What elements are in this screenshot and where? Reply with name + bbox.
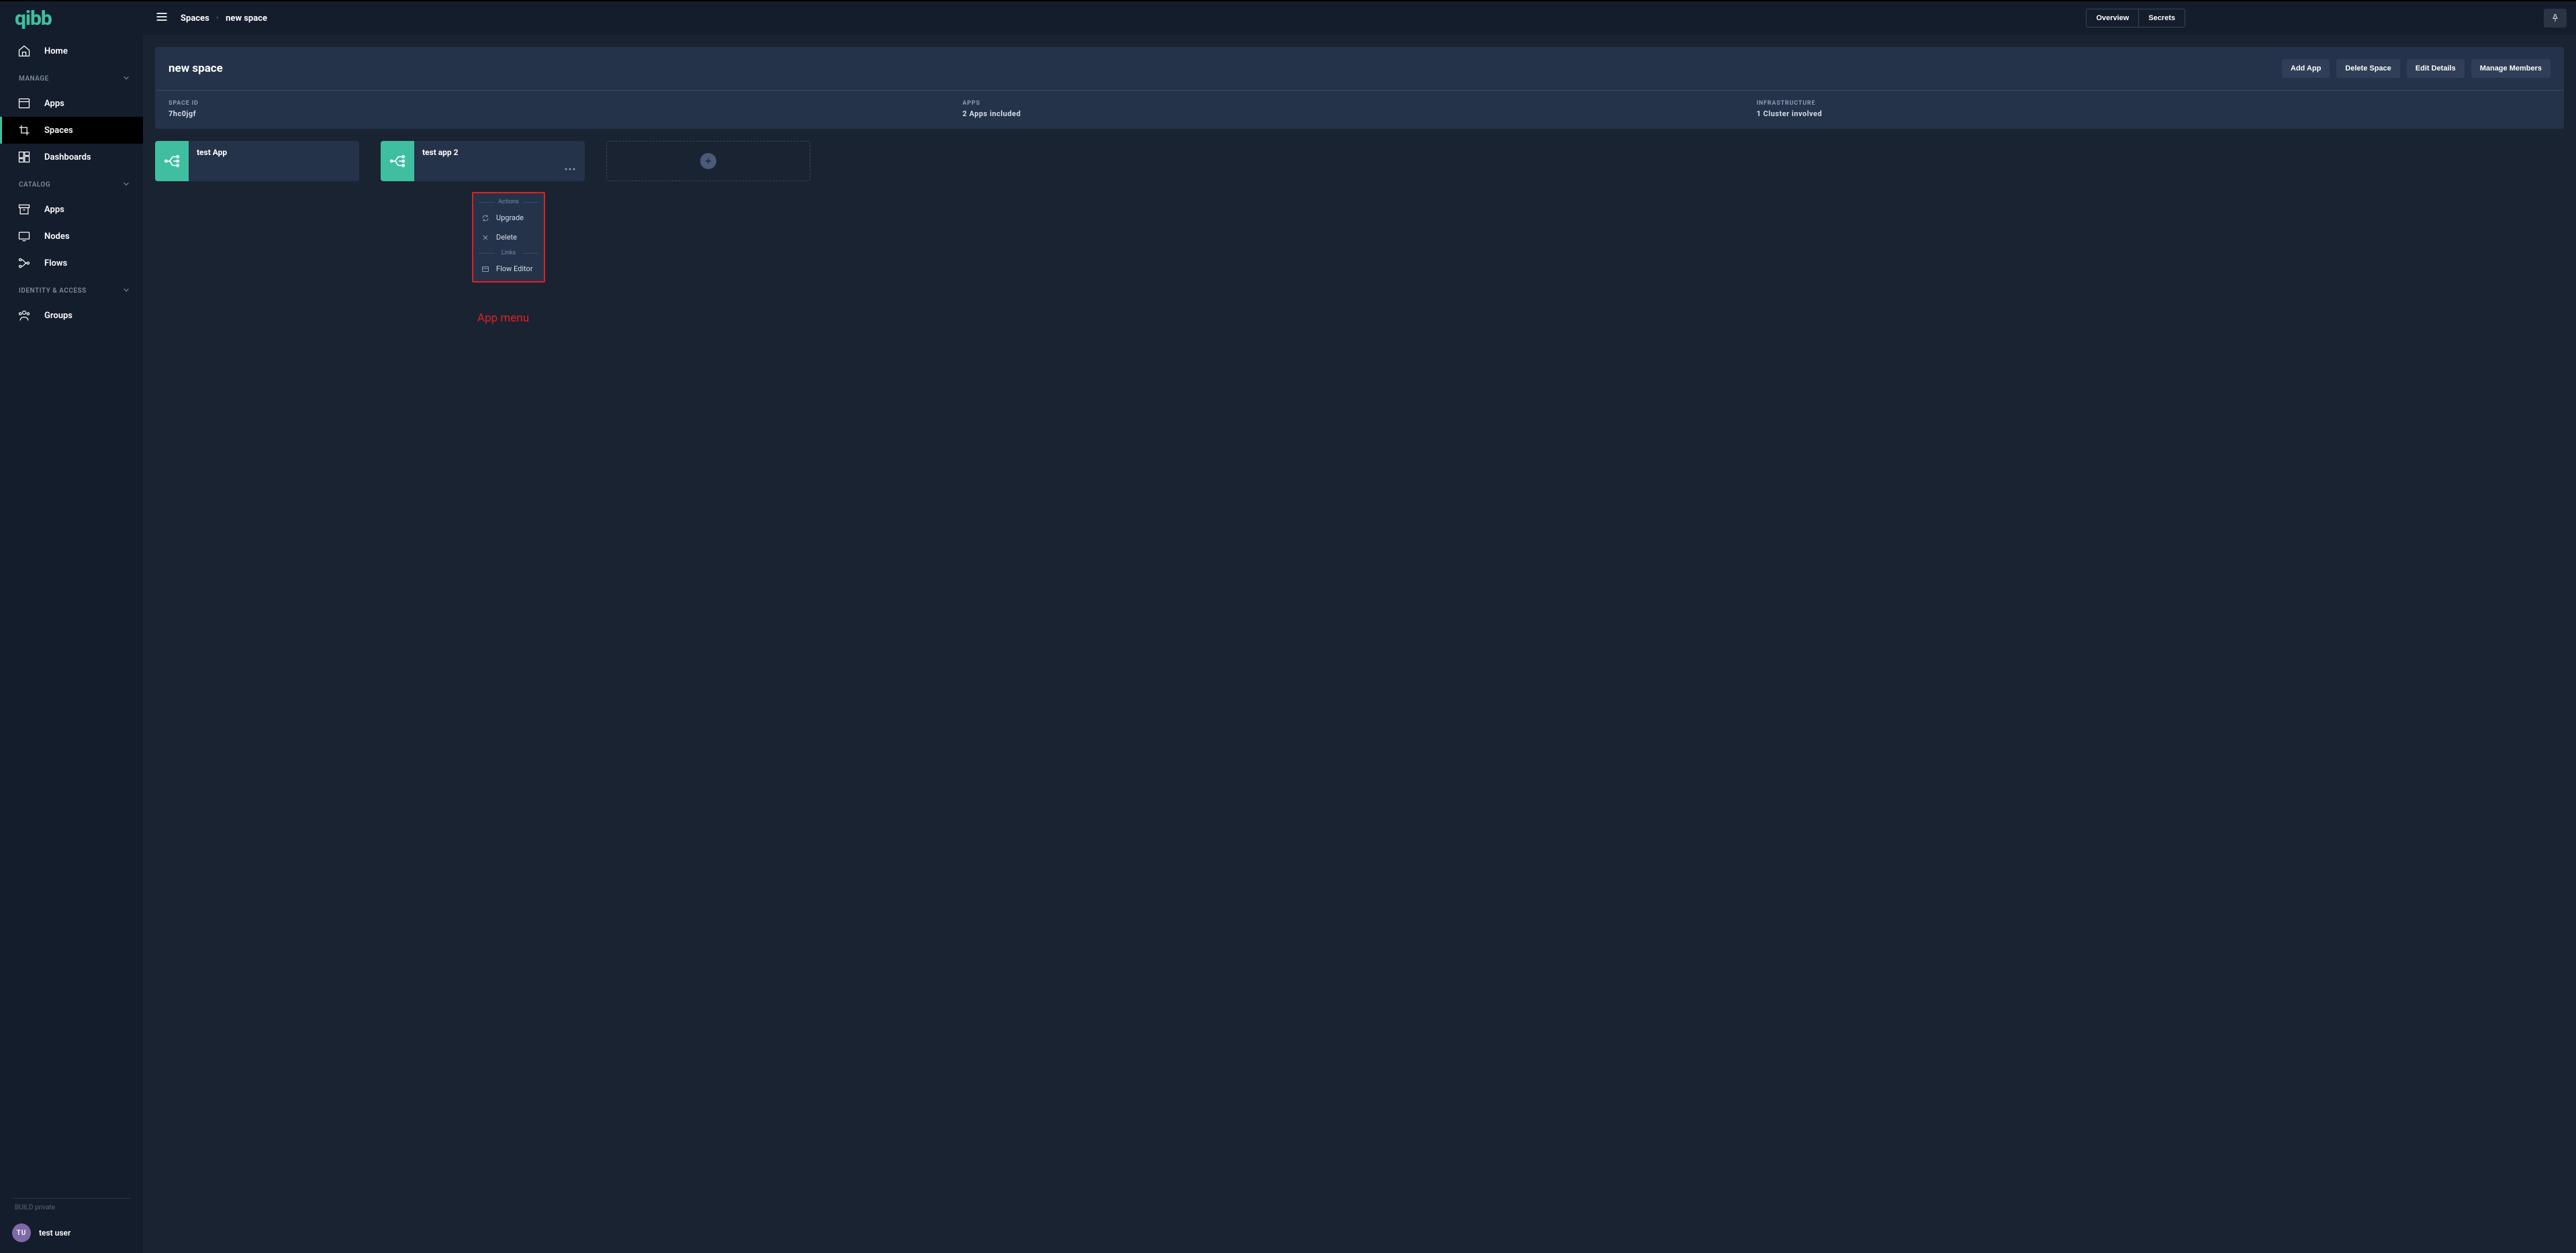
flow-icon <box>381 141 414 181</box>
sidebar-item-label: Apps <box>44 99 64 109</box>
menu-toggle[interactable] <box>152 7 171 29</box>
section-label: IDENTITY & ACCESS <box>19 287 87 295</box>
pin-button[interactable] <box>2544 9 2567 28</box>
meta-label: APPS <box>963 100 1757 107</box>
sidebar-item-nodes[interactable]: Nodes <box>0 223 143 250</box>
menu-section-links: Links <box>473 247 544 259</box>
sidebar-item-label: Apps <box>44 205 64 215</box>
plus-icon <box>700 153 716 169</box>
archive-icon <box>17 203 31 216</box>
logo: qibb <box>0 1 143 35</box>
build-label: BUILD private <box>12 1204 131 1211</box>
tab-secrets[interactable]: Secrets <box>2139 9 2185 27</box>
home-icon <box>17 44 31 58</box>
sidebar-item-label: Nodes <box>44 232 70 242</box>
breadcrumb-sep: • <box>216 13 219 23</box>
app-context-menu: Actions Upgrade Delete Links Flow Editor <box>472 192 545 283</box>
app-name: test App <box>189 148 227 157</box>
menu-item-label: Delete <box>496 233 517 242</box>
monitor-icon <box>17 230 31 243</box>
meta-apps: APPS 2 Apps included <box>963 100 1757 118</box>
add-app-card[interactable] <box>606 141 810 181</box>
sidebar-item-apps-manage[interactable]: Apps <box>0 90 143 117</box>
sidebar-footer: BUILD private TU test user <box>0 1198 143 1253</box>
sidebar-item-groups[interactable]: Groups <box>0 302 143 329</box>
menu-item-upgrade[interactable]: Upgrade <box>473 208 544 228</box>
breadcrumb: Spaces • new space <box>181 13 267 23</box>
space-header-panel: new space Add App Delete Space Edit Deta… <box>155 47 2564 129</box>
sidebar-item-label: Flows <box>44 258 67 268</box>
flow-icon <box>155 141 189 181</box>
tab-overview[interactable]: Overview <box>2087 9 2139 27</box>
sidebar-item-label: Groups <box>44 311 73 321</box>
edit-details-button[interactable]: Edit Details <box>2407 59 2465 78</box>
dashboard-icon <box>17 150 31 164</box>
user-menu[interactable]: TU test user <box>12 1223 131 1242</box>
meta-infrastructure: INFRASTRUCTURE 1 Cluster involved <box>1756 100 2550 118</box>
manage-members-button[interactable]: Manage Members <box>2471 59 2550 78</box>
menu-item-delete[interactable]: Delete <box>473 228 544 247</box>
chevron-down-icon <box>122 179 131 191</box>
sidebar-section-manage[interactable]: MANAGE <box>0 67 143 90</box>
nav: Home MANAGE Apps Spaces <box>0 35 143 1198</box>
menu-item-label: Upgrade <box>496 213 524 222</box>
meta-label: INFRASTRUCTURE <box>1756 100 2550 107</box>
crop-icon <box>17 123 31 137</box>
header-actions: Add App Delete Space Edit Details Manage… <box>2282 59 2550 78</box>
sidebar-item-dashboards[interactable]: Dashboards <box>0 144 143 170</box>
brand-text: qibb <box>15 7 52 30</box>
app-card[interactable]: test App <box>155 141 359 181</box>
sidebar-item-apps-catalog[interactable]: Apps <box>0 196 143 223</box>
sidebar: qibb Home MANAGE Apps <box>0 1 143 1253</box>
page-title: new space <box>169 62 223 75</box>
annotation-label: App menu <box>477 311 529 325</box>
chevron-down-icon <box>122 73 131 85</box>
meta-label: SPACE ID <box>169 100 963 107</box>
app-cards: test App test app 2 <box>155 141 2564 181</box>
section-label: CATALOG <box>19 181 50 189</box>
sidebar-item-label: Spaces <box>44 126 73 136</box>
delete-space-button[interactable]: Delete Space <box>2336 59 2399 78</box>
group-icon <box>17 309 31 322</box>
sidebar-item-label: Home <box>44 46 68 56</box>
menu-item-label: Flow Editor <box>496 264 533 273</box>
avatar: TU <box>12 1223 31 1242</box>
menu-section-actions: Actions <box>473 196 544 208</box>
sidebar-item-label: Dashboards <box>44 152 91 162</box>
breadcrumb-root[interactable]: Spaces <box>181 13 209 23</box>
section-label: MANAGE <box>19 75 49 83</box>
topbar: Spaces • new space Overview Secrets <box>143 1 2576 35</box>
breadcrumb-current: new space <box>226 13 267 23</box>
add-app-button[interactable]: Add App <box>2282 59 2330 78</box>
meta-space-id: SPACE ID 7hc0jgf <box>169 100 963 118</box>
main: Spaces • new space Overview Secrets new … <box>143 1 2576 1253</box>
sidebar-section-identity[interactable]: IDENTITY & ACCESS <box>0 279 143 302</box>
meta-value: 7hc0jgf <box>169 109 963 118</box>
user-name: test user <box>39 1228 70 1238</box>
sidebar-item-spaces[interactable]: Spaces <box>0 117 143 144</box>
window-icon <box>17 97 31 110</box>
content: new space Add App Delete Space Edit Deta… <box>143 35 2576 1253</box>
sidebar-item-flows[interactable]: Flows <box>0 250 143 277</box>
sidebar-section-catalog[interactable]: CATALOG <box>0 173 143 196</box>
chevron-down-icon <box>122 285 131 297</box>
tab-group: Overview Secrets <box>2086 9 2185 28</box>
app-card[interactable]: test app 2 <box>381 141 585 181</box>
app-name: test app 2 <box>414 148 459 157</box>
app-more-button[interactable] <box>563 164 577 174</box>
meta-value: 1 Cluster involved <box>1756 109 2550 118</box>
meta-value: 2 Apps included <box>963 109 1757 118</box>
menu-item-flow-editor[interactable]: Flow Editor <box>473 259 544 279</box>
flow-icon <box>17 256 31 270</box>
sidebar-item-home[interactable]: Home <box>0 38 143 64</box>
